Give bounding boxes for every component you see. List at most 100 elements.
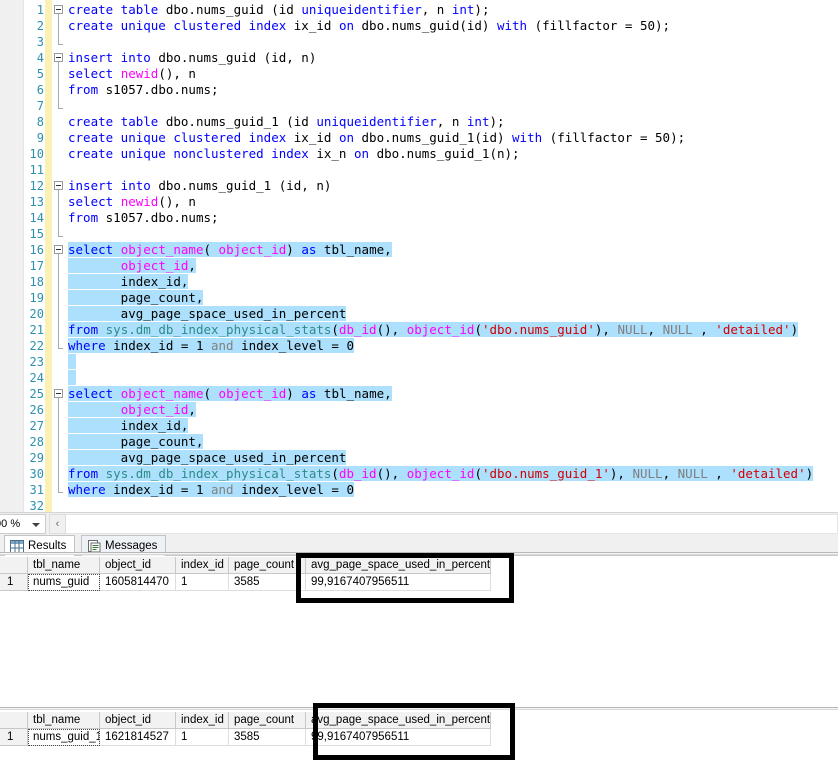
fold-column[interactable]: [52, 18, 68, 34]
fold-column[interactable]: [52, 322, 68, 338]
code-token: select: [68, 386, 121, 401]
code-line[interactable]: 32: [0, 498, 838, 512]
fold-column[interactable]: [52, 130, 68, 146]
code-line[interactable]: 17 object_id,: [0, 258, 838, 274]
code-token: int: [451, 2, 475, 17]
fold-column[interactable]: [52, 34, 68, 50]
code-line[interactable]: 19 page_count,: [0, 290, 838, 306]
column-header[interactable]: index_id: [176, 712, 229, 729]
fold-column[interactable]: [52, 210, 68, 226]
code-text: index_id,: [68, 418, 189, 434]
fold-column[interactable]: [52, 370, 68, 386]
column-header[interactable]: tbl_name: [28, 712, 100, 729]
code-line[interactable]: 25 select object_name( object_id) as tbl_…: [0, 386, 838, 402]
collapse-box-icon[interactable]: [54, 181, 63, 190]
fold-column[interactable]: [52, 386, 68, 402]
code-line[interactable]: 24: [0, 370, 838, 386]
code-line[interactable]: 30 from sys.dm_db_index_physical_stats(db…: [0, 466, 838, 482]
grid-cell[interactable]: 3585: [229, 729, 306, 746]
fold-column[interactable]: [52, 226, 68, 242]
fold-connector: [58, 226, 59, 236]
code-line[interactable]: 18 index_id,: [0, 274, 838, 290]
code-line[interactable]: 13 select newid(), n: [0, 194, 838, 210]
code-line[interactable]: 14 from s1057.dbo.nums;: [0, 210, 838, 226]
code-line[interactable]: 20 avg_page_space_used_in_percent: [0, 306, 838, 322]
fold-column[interactable]: [52, 354, 68, 370]
fold-column[interactable]: [52, 242, 68, 258]
sql-editor[interactable]: 1 create table dbo.nums_guid (id uniqueid…: [0, 0, 838, 512]
column-header[interactable]: page_count: [229, 712, 306, 729]
code-line[interactable]: 11: [0, 162, 838, 178]
code-line[interactable]: 27 index_id,: [0, 418, 838, 434]
grid-cell[interactable]: nums_guid_1: [28, 729, 100, 746]
grid-cell[interactable]: 3585: [229, 574, 306, 591]
fold-column[interactable]: [52, 82, 68, 98]
fold-column[interactable]: [52, 258, 68, 274]
fold-column[interactable]: [52, 498, 68, 512]
fold-column[interactable]: [52, 338, 68, 354]
code-line[interactable]: 8 create table dbo.nums_guid_1 (id unique…: [0, 114, 838, 130]
fold-connector: [58, 434, 59, 450]
chevron-down-icon[interactable]: [32, 522, 40, 527]
code-line[interactable]: 31 where index_id = 1 and index_level = 0: [0, 482, 838, 498]
code-line[interactable]: 4 insert into dbo.nums_guid (id, n): [0, 50, 838, 66]
column-header[interactable]: page_count: [229, 557, 306, 574]
code-line[interactable]: 29 avg_page_space_used_in_percent: [0, 450, 838, 466]
column-header[interactable]: object_id: [100, 557, 176, 574]
fold-column[interactable]: [52, 402, 68, 418]
column-header[interactable]: object_id: [100, 712, 176, 729]
grid-corner-cell[interactable]: [0, 557, 28, 574]
code-line[interactable]: 2 create unique clustered index ix_id on …: [0, 18, 838, 34]
fold-column[interactable]: [52, 2, 68, 18]
code-line[interactable]: 23: [0, 354, 838, 370]
collapse-box-icon[interactable]: [54, 53, 63, 62]
zoom-level-combobox[interactable]: .00 %: [0, 513, 46, 534]
horizontal-scrollbar-track[interactable]: [66, 513, 838, 534]
grid-cell[interactable]: 1: [176, 729, 229, 746]
fold-column[interactable]: [52, 290, 68, 306]
row-number[interactable]: 1: [0, 729, 28, 746]
code-line[interactable]: 16 select object_name( object_id) as tbl_…: [0, 242, 838, 258]
code-line[interactable]: 21 from sys.dm_db_index_physical_stats(db…: [0, 322, 838, 338]
code-line[interactable]: 28 page_count,: [0, 434, 838, 450]
grid-cell[interactable]: 1621814527: [100, 729, 176, 746]
collapse-box-icon[interactable]: [54, 245, 63, 254]
fold-column[interactable]: [52, 306, 68, 322]
column-header[interactable]: index_id: [176, 557, 229, 574]
fold-column[interactable]: [52, 178, 68, 194]
fold-column[interactable]: [52, 194, 68, 210]
fold-column[interactable]: [52, 418, 68, 434]
row-number[interactable]: 1: [0, 574, 28, 591]
fold-column[interactable]: [52, 146, 68, 162]
code-line[interactable]: 6 from s1057.dbo.nums;: [0, 82, 838, 98]
fold-column[interactable]: [52, 162, 68, 178]
collapse-box-icon[interactable]: [54, 5, 63, 14]
fold-column[interactable]: [52, 466, 68, 482]
fold-column[interactable]: [52, 450, 68, 466]
fold-column[interactable]: [52, 274, 68, 290]
fold-column[interactable]: [52, 482, 68, 498]
grid-cell[interactable]: nums_guid: [28, 574, 100, 591]
code-line[interactable]: 10 create unique nonclustered index ix_n …: [0, 146, 838, 162]
code-line[interactable]: 3: [0, 34, 838, 50]
code-line[interactable]: 22 where index_id = 1 and index_level = 0: [0, 338, 838, 354]
code-line[interactable]: 9 create unique clustered index ix_id on …: [0, 130, 838, 146]
grid-cell[interactable]: 1605814470: [100, 574, 176, 591]
horizontal-scroll-left-button[interactable]: ‹: [49, 513, 66, 534]
code-line[interactable]: 7: [0, 98, 838, 114]
code-text: index_id,: [68, 274, 189, 290]
collapse-box-icon[interactable]: [54, 389, 63, 398]
fold-column[interactable]: [52, 66, 68, 82]
code-line[interactable]: 1 create table dbo.nums_guid (id uniqueid…: [0, 2, 838, 18]
fold-column[interactable]: [52, 98, 68, 114]
column-header[interactable]: tbl_name: [28, 557, 100, 574]
code-line[interactable]: 26 object_id,: [0, 402, 838, 418]
fold-column[interactable]: [52, 434, 68, 450]
code-line[interactable]: 12 insert into dbo.nums_guid_1 (id, n): [0, 178, 838, 194]
code-line[interactable]: 15: [0, 226, 838, 242]
grid-cell[interactable]: 1: [176, 574, 229, 591]
fold-column[interactable]: [52, 50, 68, 66]
grid-corner-cell[interactable]: [0, 712, 28, 729]
code-line[interactable]: 5 select newid(), n: [0, 66, 838, 82]
fold-column[interactable]: [52, 114, 68, 130]
